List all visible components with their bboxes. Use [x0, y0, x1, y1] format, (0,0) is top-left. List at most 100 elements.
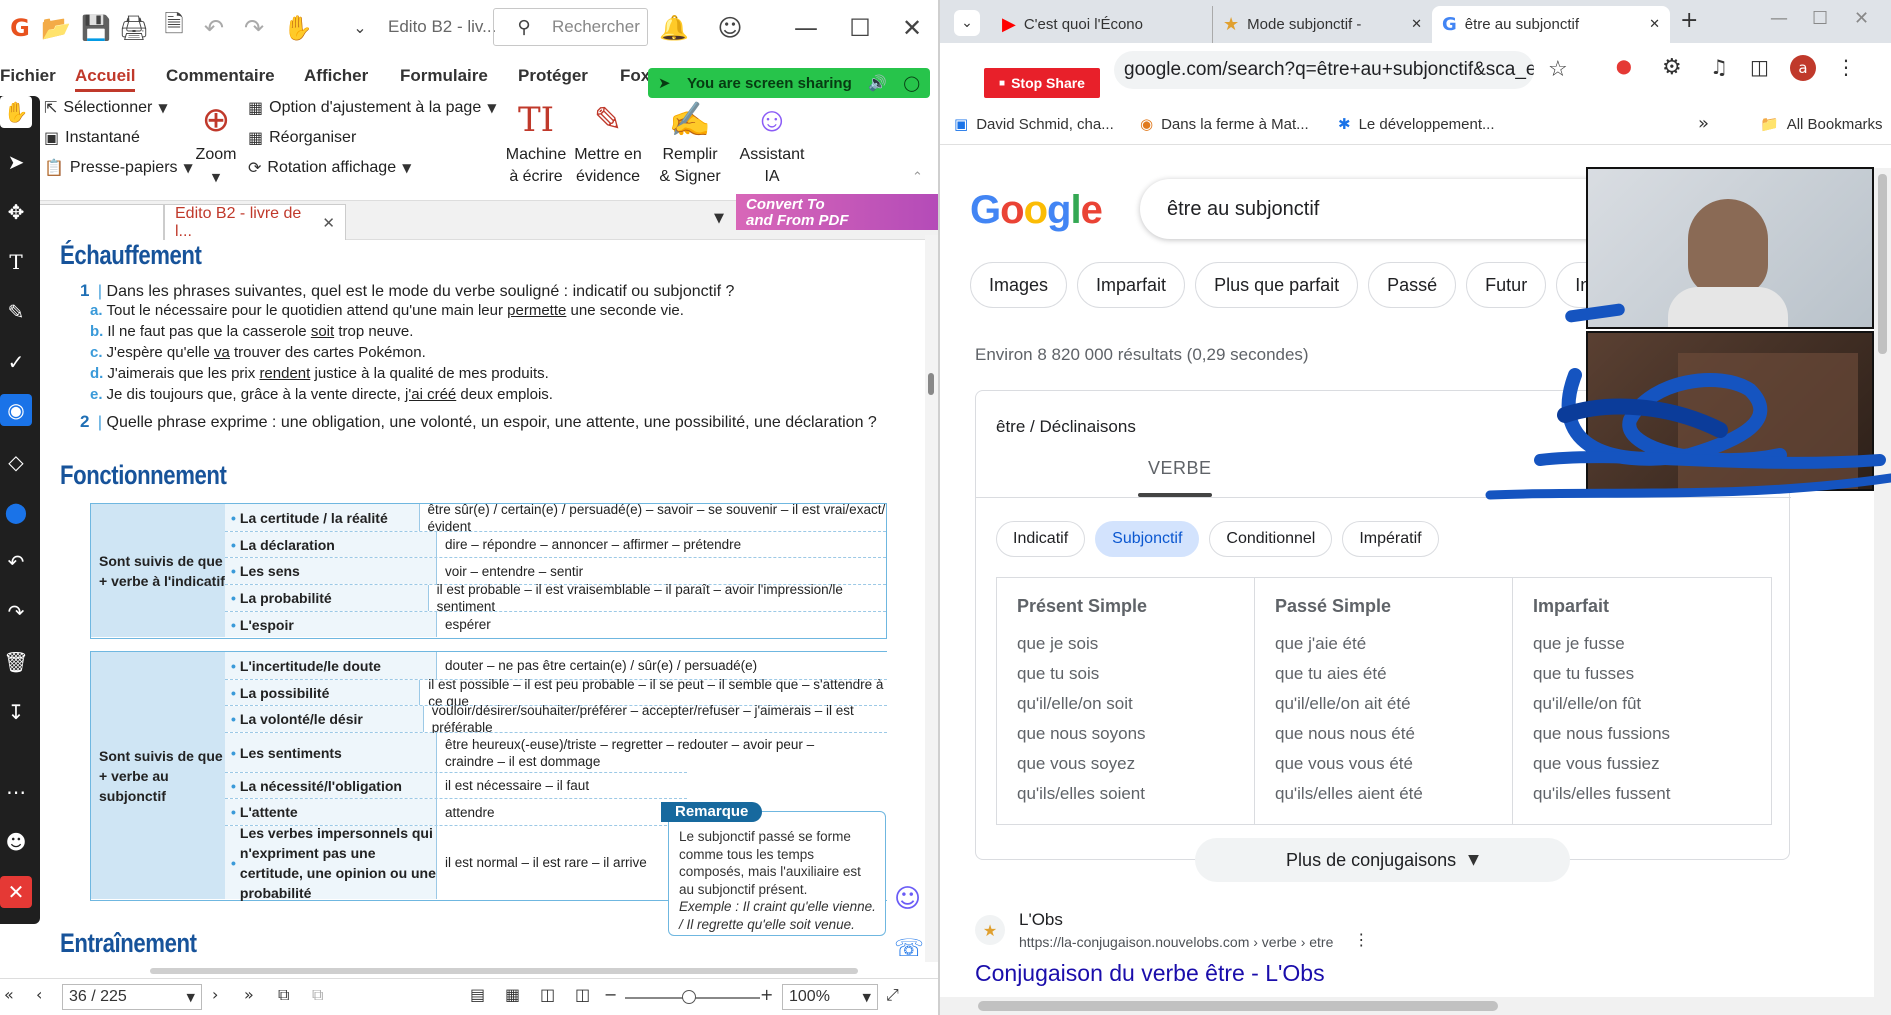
bell-icon[interactable]: 🔔	[654, 0, 694, 55]
hand-tool-icon[interactable]: ✋	[278, 0, 318, 55]
select-arrow-icon[interactable]: ➤	[0, 146, 32, 178]
first-page-icon[interactable]: «	[4, 985, 14, 1004]
speaker-icon[interactable]: 🔊	[868, 74, 887, 92]
color-dot-icon[interactable]: ⬤	[0, 496, 32, 528]
two-page-continuous-icon[interactable]: ◫	[575, 985, 590, 1004]
result-title-link[interactable]: Conjugaison du verbe être - L'Obs	[975, 960, 1369, 987]
mode-imperatif[interactable]: Impératif	[1342, 521, 1439, 557]
select-tool-button[interactable]: ⇱ Sélectionner ▼	[44, 98, 168, 117]
snapshot-button[interactable]: ▣ Instantané	[44, 128, 140, 147]
continuous-view-icon[interactable]: ▦	[505, 985, 520, 1004]
bookmark-star-icon[interactable]: ☆	[1548, 57, 1568, 82]
new-doc-icon[interactable]: 🗎	[154, 0, 194, 55]
prev-page-icon[interactable]: ‹	[36, 985, 42, 1004]
camera-tile-2[interactable]	[1586, 331, 1874, 491]
maximize-icon[interactable]: ☐	[1812, 8, 1828, 29]
menu-proteger[interactable]: Protéger	[518, 66, 588, 86]
zoom-level-select[interactable]: 100% ▼	[782, 984, 878, 1010]
close-window-icon[interactable]: ✕	[1854, 8, 1869, 29]
fit-page-button[interactable]: ▦ Option d'ajustement à la page ▼	[248, 98, 496, 117]
chip-futur[interactable]: Futur	[1466, 262, 1547, 308]
last-page-icon[interactable]: »	[244, 985, 254, 1004]
browser-horizontal-scrollbar[interactable]	[940, 997, 1891, 1015]
extract-page-icon[interactable]: ⧉	[278, 985, 289, 1005]
zoom-out-icon[interactable]: −	[604, 985, 617, 1004]
checkmark-icon[interactable]: ✓	[0, 346, 32, 378]
bookmark-item[interactable]: ▣ David Schmid, cha...	[954, 115, 1114, 133]
zoom-in-icon[interactable]: +	[760, 985, 773, 1004]
close-annotation-icon[interactable]: ✕	[0, 876, 32, 908]
stop-share-button[interactable]: ■ Stop Share	[984, 68, 1100, 98]
profile-avatar[interactable]: a	[1790, 55, 1816, 81]
user-settings-icon[interactable]: ☻	[0, 826, 32, 858]
browser-vertical-scrollbar[interactable]	[1874, 168, 1891, 997]
single-page-view-icon[interactable]: ▤	[470, 985, 485, 1004]
close-tab-icon[interactable]: ✕	[1649, 17, 1660, 32]
move-icon[interactable]: ✥	[0, 196, 32, 228]
more-bookmarks-icon[interactable]: »	[1698, 113, 1709, 134]
rotate-page-icon[interactable]: ⧉	[312, 985, 323, 1005]
menu-formulaire[interactable]: Formulaire	[400, 66, 488, 86]
more-conjugations-button[interactable]: Plus de conjugaisons ▼	[1195, 838, 1570, 882]
mode-subjonctif[interactable]: Subjonctif	[1095, 521, 1200, 557]
google-search-input[interactable]: être au subjonctif	[1140, 179, 1640, 239]
scroll-thumb[interactable]	[928, 373, 934, 395]
menu-commentaire[interactable]: Commentaire	[166, 66, 275, 86]
bookmark-item[interactable]: ◉ Dans la ferme à Mat...	[1140, 115, 1309, 133]
close-tab-icon[interactable]: ✕	[322, 214, 335, 232]
google-logo[interactable]: Google	[970, 188, 1103, 233]
bookmark-item[interactable]: ✱ Le développement...	[1338, 115, 1495, 133]
page-number-input[interactable]: 36 / 225 ▼	[62, 984, 202, 1010]
chip-images[interactable]: Images	[970, 262, 1068, 308]
download-icon[interactable]: ↧	[0, 696, 32, 728]
side-panel-icon[interactable]: ◫	[1750, 55, 1769, 79]
chip-imparfait[interactable]: Imparfait	[1077, 262, 1186, 308]
typewriter-button[interactable]: T‍I Machine à écrire	[500, 96, 572, 188]
convert-pdf-banner[interactable]: Convert To and From PDF	[736, 194, 938, 230]
save-icon[interactable]: 💾	[76, 0, 116, 55]
tab-list-chevron-icon[interactable]: ▼	[714, 211, 724, 226]
two-page-view-icon[interactable]: ◫	[540, 985, 555, 1004]
ai-assistant-float-icon[interactable]: ☺	[894, 884, 921, 914]
maximize-icon[interactable]: ☐	[840, 0, 880, 55]
chevron-down-icon[interactable]: ⌄	[340, 0, 380, 55]
mode-indicatif[interactable]: Indicatif	[996, 521, 1086, 557]
camera-tile-1[interactable]	[1586, 167, 1874, 329]
search-input[interactable]: ⚲ Rechercher	[493, 8, 648, 46]
extensions-icon[interactable]: ⚙	[1662, 55, 1682, 80]
tab-verbe[interactable]: VERBE	[1148, 458, 1212, 479]
result-url[interactable]: https://la-conjugaison.nouvelobs.com › v…	[1019, 934, 1333, 950]
browser-tab[interactable]: ★ Mode subjonctif - ✕	[1212, 6, 1432, 43]
account-icon[interactable]: ☺	[710, 0, 750, 55]
ai-assistant-button[interactable]: ☺ Assistant IA	[734, 96, 810, 188]
menu-kebab-icon[interactable]: ⋮	[1836, 55, 1856, 79]
tab-search-chevron-icon[interactable]: ⌄	[954, 10, 980, 36]
headset-support-icon[interactable]: ☏	[894, 934, 924, 962]
browser-tab[interactable]: ▶ C'est quoi l'Écono	[992, 6, 1212, 43]
more-icon[interactable]: ⋯	[0, 776, 32, 808]
zoom-slider-thumb[interactable]	[682, 990, 696, 1004]
close-icon[interactable]: ✕	[892, 0, 932, 55]
close-tab-icon[interactable]: ✕	[1411, 17, 1422, 32]
scroll-thumb[interactable]	[1878, 174, 1887, 354]
undo-icon[interactable]: ↶	[194, 0, 234, 55]
eraser-icon[interactable]: ◇	[0, 446, 32, 478]
rotate-view-button[interactable]: ⟳ Rotation affichage ▼	[248, 158, 411, 177]
new-tab-icon[interactable]: +	[1680, 8, 1698, 33]
minimize-icon[interactable]: —	[1770, 8, 1788, 29]
pencil-icon[interactable]: ✎	[0, 296, 32, 328]
pdf-vertical-scrollbar[interactable]	[925, 235, 938, 962]
fill-sign-button[interactable]: ✍ Remplir & Signer	[652, 96, 728, 188]
pdf-horizontal-scrollbar[interactable]	[150, 968, 858, 974]
highlight-button[interactable]: ✎ Mettre en évidence	[572, 96, 644, 188]
scroll-thumb[interactable]	[978, 1001, 1498, 1011]
undo-icon[interactable]: ↶	[0, 546, 32, 578]
zoom-button[interactable]: ⊕ Zoom ▼	[190, 96, 242, 189]
result-menu-icon[interactable]: ⋮	[1353, 930, 1369, 949]
reorganize-button[interactable]: ▦ Réorganiser	[248, 128, 356, 147]
address-bar[interactable]: google.com/search?q=être+au+subjonctif&s…	[1114, 51, 1534, 89]
browser-tab-active[interactable]: G être au subjonctif ✕	[1432, 6, 1670, 43]
hand-tool-icon[interactable]: ✋	[0, 96, 32, 128]
media-control-icon[interactable]: ♫	[1710, 55, 1728, 79]
chip-passe[interactable]: Passé	[1368, 262, 1457, 308]
